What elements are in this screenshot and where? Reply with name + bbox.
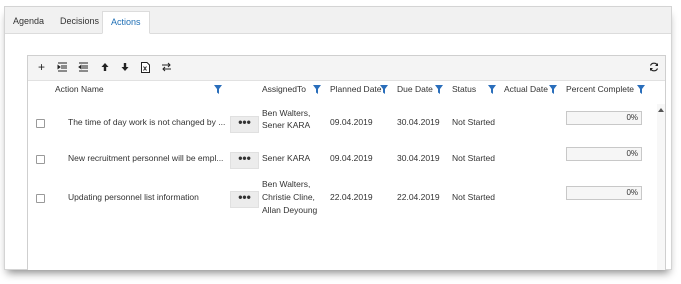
more-options-button[interactable]: ••• — [230, 116, 259, 133]
progress-value: 0% — [626, 188, 638, 197]
refresh-button[interactable] — [645, 59, 662, 76]
action-name-cell: New recruitment personnel will be empl..… — [68, 153, 224, 163]
refresh-icon — [649, 62, 658, 72]
assigned-to-cell: Sener KARA — [262, 153, 311, 163]
header-actual-date[interactable]: Actual Date — [504, 81, 548, 97]
progress-bar: 0% — [566, 186, 642, 200]
status-cell: Not Started — [452, 192, 495, 202]
progress-bar: 0% — [566, 147, 642, 161]
swap-button[interactable] — [158, 59, 175, 76]
add-button[interactable]: + — [33, 59, 50, 76]
export-excel-button[interactable] — [137, 59, 154, 76]
row-checkbox[interactable] — [36, 155, 45, 164]
header-status[interactable]: Status — [452, 81, 476, 97]
indent-icon — [57, 62, 67, 72]
tab-agenda[interactable]: Agenda — [5, 11, 52, 32]
assigned-to-cell: Christie Cline, — [262, 192, 315, 202]
header-action-name[interactable]: Action Name — [55, 81, 104, 97]
grid-toolbar: + — [28, 56, 665, 81]
more-options-button[interactable]: ••• — [230, 191, 259, 208]
assigned-to-cell: Allan Deyoung — [262, 205, 318, 215]
header-planned-date[interactable]: Planned Date — [330, 81, 382, 97]
excel-file-icon — [141, 62, 150, 73]
more-options-button[interactable]: ••• — [230, 152, 259, 169]
outdent-button[interactable] — [75, 59, 92, 76]
planned-date-cell: 09.04.2019 — [330, 117, 373, 127]
header-assigned-to[interactable]: AssignedTo — [262, 81, 306, 97]
filter-icon[interactable] — [435, 85, 443, 94]
scroll-up-arrow-icon[interactable] — [657, 106, 665, 114]
due-date-cell: 30.04.2019 — [397, 153, 440, 163]
assigned-to-cell: Ben Walters, — [262, 108, 311, 118]
tab-bar: Agenda Decisions Actions — [5, 7, 671, 34]
progress-bar: 0% — [566, 111, 642, 125]
tab-actions[interactable]: Actions — [102, 11, 150, 34]
assigned-to-cell: Ben Walters, — [262, 179, 311, 189]
actions-panel: Agenda Decisions Actions + Action Name A… — [4, 6, 672, 270]
plus-icon: + — [37, 60, 45, 74]
action-name-cell: The time of day work is not changed by .… — [68, 117, 226, 127]
progress-value: 0% — [626, 113, 638, 122]
filter-icon[interactable] — [214, 85, 222, 94]
outdent-icon — [78, 62, 88, 72]
due-date-cell: 22.04.2019 — [397, 192, 440, 202]
filter-icon[interactable] — [380, 85, 388, 94]
vertical-scrollbar[interactable] — [657, 104, 665, 270]
planned-date-cell: 22.04.2019 — [330, 192, 373, 202]
filter-icon[interactable] — [488, 85, 496, 94]
filter-icon[interactable] — [313, 85, 321, 94]
status-cell: Not Started — [452, 153, 495, 163]
action-name-cell: Updating personnel list information — [68, 192, 199, 202]
header-percent-complete[interactable]: Percent Complete — [566, 81, 634, 97]
assigned-to-cell: Sener KARA — [262, 120, 311, 130]
arrow-down-icon — [121, 63, 128, 71]
header-due-date[interactable]: Due Date — [397, 81, 433, 97]
move-down-button[interactable] — [116, 59, 133, 76]
filter-icon[interactable] — [637, 85, 645, 94]
row-checkbox[interactable] — [36, 194, 45, 203]
arrow-up-icon — [101, 63, 108, 71]
move-up-button[interactable] — [96, 59, 113, 76]
due-date-cell: 30.04.2019 — [397, 117, 440, 127]
actions-grid: + Action Name AssignedTo Planned Date Du… — [27, 55, 666, 270]
row-checkbox[interactable] — [36, 119, 45, 128]
indent-button[interactable] — [54, 59, 71, 76]
status-cell: Not Started — [452, 117, 495, 127]
filter-icon[interactable] — [549, 85, 557, 94]
tab-decisions[interactable]: Decisions — [52, 11, 107, 32]
progress-value: 0% — [626, 149, 638, 158]
swap-arrows-icon — [162, 62, 171, 72]
planned-date-cell: 09.04.2019 — [330, 153, 373, 163]
